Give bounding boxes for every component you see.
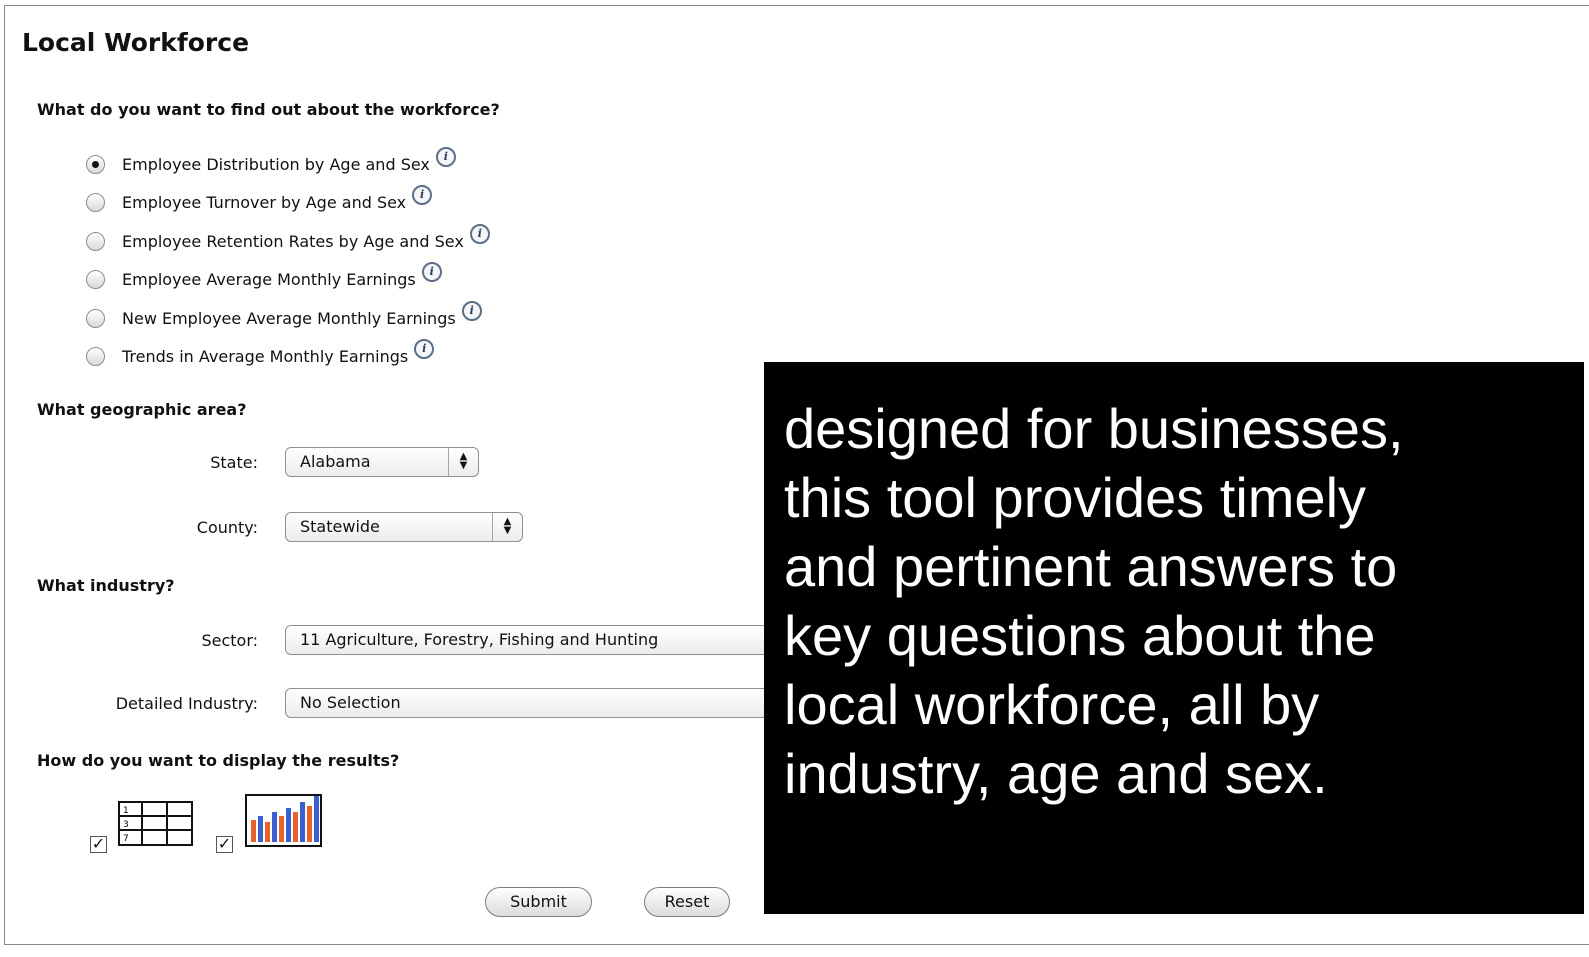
radio-label: Trends in Average Monthly Earnings (122, 346, 409, 366)
chart-icon-bar (279, 816, 284, 842)
sector-select[interactable]: 11 Agriculture, Forestry, Fishing and Hu… (285, 625, 805, 655)
table-icon-number: 7 (123, 834, 129, 844)
state-select-value: Alabama (300, 452, 371, 471)
submit-button[interactable]: Submit (485, 887, 592, 917)
radio-option-retention[interactable]: Employee Retention Rates by Age and Sex … (86, 224, 490, 253)
radio-button[interactable] (86, 308, 105, 328)
radio-option-new-earnings[interactable]: New Employee Average Monthly Earnings i (86, 301, 482, 330)
radio-label: New Employee Average Monthly Earnings (122, 308, 456, 328)
table-checkbox[interactable]: ✓ (90, 836, 107, 853)
detailed-industry-label: Detailed Industry: (115, 694, 258, 713)
workforce-question-heading: What do you want to find out about the w… (37, 100, 500, 119)
overlay-line: industry, age and sex. (784, 742, 1328, 805)
chart-icon (245, 794, 322, 847)
overlay-line: local workforce, all by (784, 673, 1320, 736)
county-select[interactable]: Statewide ▲ ▼ (285, 512, 523, 542)
sector-label: Sector: (201, 631, 258, 650)
chart-icon-bar (307, 806, 312, 842)
overlay-line: key questions about the (784, 604, 1376, 667)
chart-icon-bar (258, 816, 263, 842)
page-title: Local Workforce (22, 28, 250, 57)
overlay-line: this tool provides timely (784, 466, 1367, 529)
info-icon[interactable]: i (461, 301, 482, 321)
chart-icon-bar (286, 808, 291, 842)
chart-icon-bar (300, 802, 305, 842)
info-icon[interactable]: i (421, 262, 442, 282)
overlay-line: and pertinent answers to (784, 535, 1398, 598)
radio-button[interactable] (86, 269, 105, 289)
display-question-heading: How do you want to display the results? (37, 751, 400, 770)
chart-checkbox[interactable]: ✓ (216, 836, 233, 853)
table-icon: 1 3 7 (118, 801, 193, 846)
radio-option-trends[interactable]: Trends in Average Monthly Earnings i (86, 339, 435, 368)
radio-button[interactable] (86, 154, 105, 174)
info-icon[interactable]: i (412, 185, 433, 205)
county-label: County: (196, 518, 258, 537)
radio-label: Employee Average Monthly Earnings (122, 269, 416, 289)
select-arrows-icon: ▲ ▼ (448, 448, 478, 476)
overlay-line: designed for businesses, (784, 397, 1404, 460)
radio-label: Employee Distribution by Age and Sex (122, 154, 430, 174)
info-icon[interactable]: i (414, 339, 435, 359)
radio-label: Employee Turnover by Age and Sex (122, 192, 407, 212)
county-select-value: Statewide (300, 517, 380, 536)
chart-icon-bar (251, 820, 256, 842)
overlay-caption: designed for businesses, this tool provi… (764, 362, 1584, 914)
reset-button[interactable]: Reset (644, 887, 730, 917)
chart-icon-bar (272, 812, 277, 842)
radio-option-turnover[interactable]: Employee Turnover by Age and Sex i (86, 185, 433, 214)
chart-icon-bar (265, 822, 270, 842)
radio-button[interactable] (86, 346, 105, 366)
radio-option-distribution[interactable]: Employee Distribution by Age and Sex i (86, 147, 456, 176)
sector-select-value: 11 Agriculture, Forestry, Fishing and Hu… (300, 630, 659, 649)
info-icon[interactable]: i (469, 224, 490, 244)
chart-icon-bar (293, 812, 298, 842)
radio-button[interactable] (86, 192, 105, 212)
select-arrows-icon: ▲ ▼ (492, 513, 522, 541)
chart-icon-bar (314, 796, 319, 842)
radio-option-avg-earnings[interactable]: Employee Average Monthly Earnings i (86, 262, 442, 291)
state-select[interactable]: Alabama ▲ ▼ (285, 447, 479, 477)
detailed-industry-select-value: No Selection (300, 693, 401, 712)
table-icon-number: 1 (123, 806, 129, 816)
geography-question-heading: What geographic area? (37, 400, 247, 419)
info-icon[interactable]: i (435, 147, 456, 167)
industry-question-heading: What industry? (37, 576, 175, 595)
radio-label: Employee Retention Rates by Age and Sex (122, 231, 464, 251)
detailed-industry-select[interactable]: No Selection (285, 688, 805, 718)
radio-button[interactable] (86, 231, 105, 251)
state-label: State: (210, 453, 258, 472)
table-icon-number: 3 (123, 820, 129, 830)
